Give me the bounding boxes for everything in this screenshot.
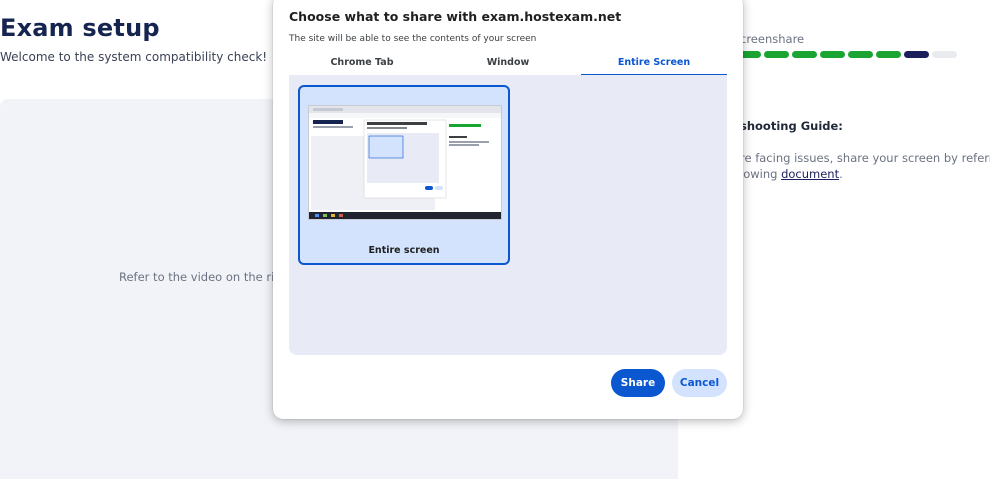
screen-thumbnail-image [309, 106, 501, 219]
page-subtitle: Welcome to the system compatibility chec… [0, 50, 268, 64]
dialog-title: Choose what to share with exam.hostexam.… [289, 9, 622, 24]
screen-thumbnail [308, 105, 502, 220]
progress-segment [848, 51, 873, 58]
page-title: Exam setup [0, 14, 160, 42]
tab-window[interactable]: Window [435, 53, 581, 75]
progress-segment-current [904, 51, 929, 58]
progress-segment [764, 51, 789, 58]
tab-chrome-tab[interactable]: Chrome Tab [289, 53, 435, 75]
video-hint-text: Refer to the video on the righ [119, 270, 289, 284]
progress-segment [792, 51, 817, 58]
guide-text-suffix: . [839, 167, 843, 181]
troubleshooting-guide-title: shooting Guide: [740, 119, 843, 133]
tab-entire-screen[interactable]: Entire Screen [581, 53, 727, 76]
cancel-button[interactable]: Cancel [672, 369, 727, 397]
document-link[interactable]: document [781, 167, 839, 181]
dialog-subtitle: The site will be able to see the content… [289, 34, 537, 44]
guide-text-line-2: lowing document. [740, 167, 843, 181]
step-label: creenshare [740, 32, 805, 46]
guide-text-line-1: re facing issues, share your screen by r… [740, 151, 990, 165]
share-source-tabs: Chrome Tab Window Entire Screen [289, 53, 727, 76]
progress-segment [932, 51, 957, 58]
share-button[interactable]: Share [611, 369, 665, 397]
entire-screen-label: Entire screen [368, 245, 440, 256]
screen-share-dialog: Choose what to share with exam.hostexam.… [273, 0, 743, 419]
progress-segment [820, 51, 845, 58]
guide-text-prefix: lowing [740, 167, 782, 181]
progress-segment [876, 51, 901, 58]
step-progress [736, 51, 957, 58]
share-source-grid: Entire screen [289, 75, 727, 355]
entire-screen-option[interactable]: Entire screen [298, 85, 510, 265]
